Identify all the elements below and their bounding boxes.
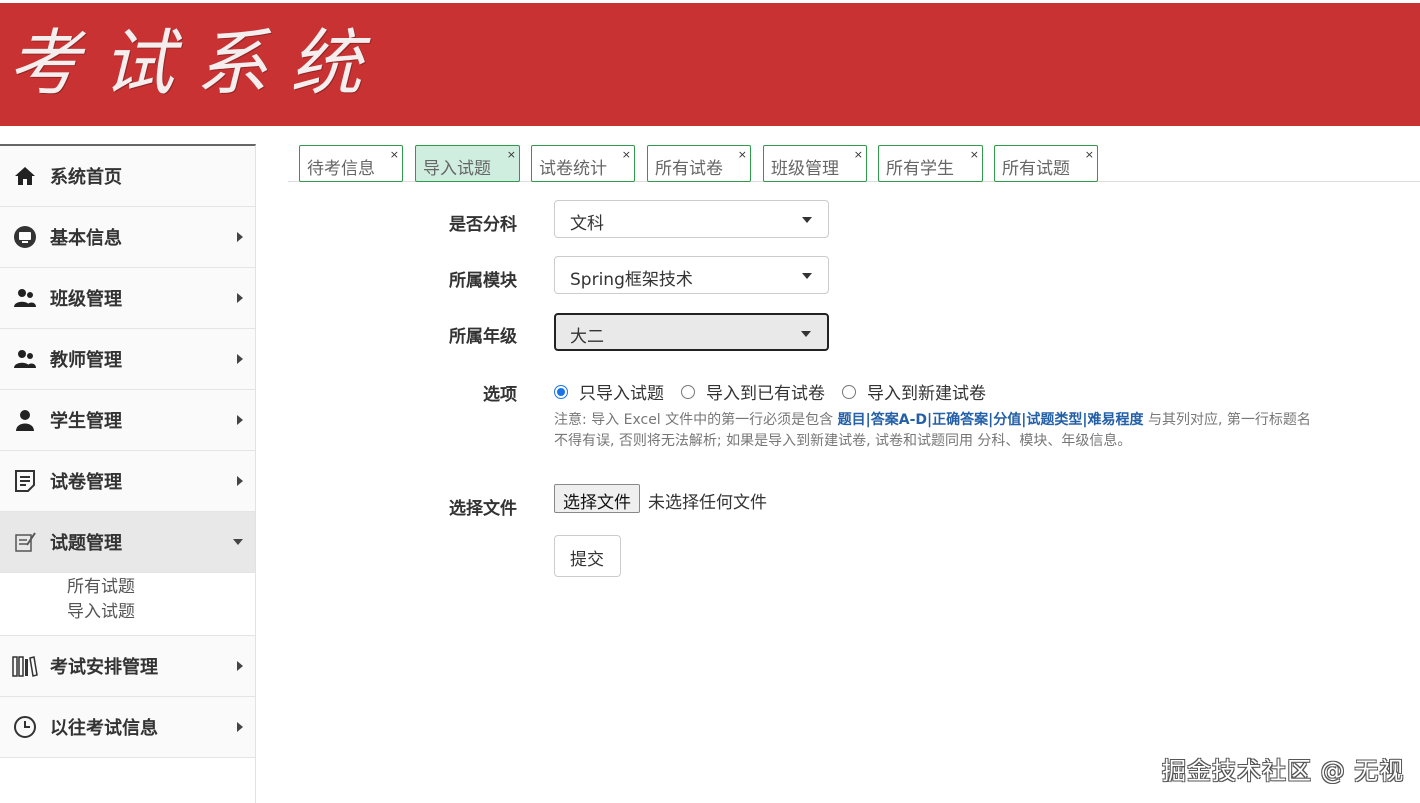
- books-icon: [12, 653, 38, 679]
- sidebar-item-label: 系统首页: [50, 167, 122, 188]
- chevron-right-icon: [237, 476, 243, 486]
- chevron-right-icon: [237, 354, 243, 364]
- subject-select[interactable]: 文科: [554, 200, 829, 238]
- sidebar-item-label: 学生管理: [50, 411, 122, 432]
- tab-label: 待考信息: [307, 159, 375, 179]
- tab-class-management[interactable]: 班级管理 ×: [763, 145, 867, 182]
- radio-label: 导入到新建试卷: [867, 384, 986, 404]
- radio-label: 只导入试题: [579, 384, 664, 404]
- file-status: 未选择任何文件: [648, 493, 767, 513]
- sidebar-item-label: 教师管理: [50, 350, 122, 371]
- sidebar-item-label: 试卷管理: [50, 472, 122, 493]
- submenu-item-all-questions[interactable]: 所有试题: [67, 575, 255, 600]
- sidebar-item-label: 考试安排管理: [50, 657, 158, 678]
- tab-all-questions[interactable]: 所有试题 ×: [994, 145, 1098, 182]
- tab-label: 导入试题: [423, 159, 491, 179]
- tab-label: 所有学生: [886, 159, 954, 179]
- tab-label: 所有试卷: [655, 159, 723, 179]
- chevron-right-icon: [237, 722, 243, 732]
- sidebar: 系统首页 基本信息 班级管理 教师管理 学生管理 试卷管理 试题管理 所有试题 …: [0, 144, 256, 803]
- sidebar-item-home[interactable]: 系统首页: [0, 146, 255, 207]
- close-icon[interactable]: ×: [738, 149, 747, 160]
- tab-label: 试卷统计: [539, 159, 607, 179]
- app-header: 考试系统: [0, 3, 1420, 126]
- note-field-difficulty: 难易程度: [1087, 412, 1144, 428]
- chevron-right-icon: [237, 661, 243, 671]
- user-icon: [12, 407, 38, 433]
- sidebar-item-past-exams[interactable]: 以往考试信息: [0, 697, 255, 758]
- watermark: 掘金技术社区 @ 无视: [1162, 757, 1405, 785]
- radio-import-existing-paper[interactable]: [681, 384, 695, 399]
- close-icon[interactable]: ×: [390, 149, 399, 160]
- sidebar-item-label: 班级管理: [50, 289, 122, 310]
- note-field-title: 题目: [837, 412, 866, 428]
- close-icon[interactable]: ×: [970, 149, 979, 160]
- app-logo: 考试系统: [8, 21, 385, 105]
- radio-label: 导入到已有试卷: [706, 384, 825, 404]
- import-option-group: 只导入试题 导入到已有试卷 导入到新建试卷: [554, 379, 1003, 404]
- grade-select-value: 大二: [570, 327, 604, 347]
- radio-import-questions-only[interactable]: [554, 384, 568, 399]
- chevron-right-icon: [237, 293, 243, 303]
- caret-down-icon: [802, 273, 812, 279]
- close-icon[interactable]: ×: [622, 149, 631, 160]
- tab-all-papers[interactable]: 所有试卷 ×: [647, 145, 751, 182]
- sidebar-item-paper-management[interactable]: 试卷管理: [0, 451, 255, 512]
- tab-label: 所有试题: [1002, 159, 1070, 179]
- subject-label: 是否分科: [449, 215, 517, 235]
- close-icon[interactable]: ×: [1085, 149, 1094, 160]
- sidebar-item-basic-info[interactable]: 基本信息: [0, 207, 255, 268]
- tab-label: 班级管理: [771, 159, 839, 179]
- file-label: 选择文件: [449, 499, 517, 519]
- note-prefix: 注意: 导入 Excel 文件中的第一行必须是包含: [554, 412, 838, 428]
- module-select[interactable]: Spring框架技术: [554, 256, 829, 294]
- submenu-item-import-questions[interactable]: 导入试题: [67, 600, 255, 625]
- edit-note-icon: [12, 529, 38, 555]
- chevron-right-icon: [237, 415, 243, 425]
- home-icon: [12, 163, 38, 189]
- close-icon[interactable]: ×: [507, 149, 516, 160]
- radio-import-new-paper[interactable]: [842, 384, 856, 399]
- close-icon[interactable]: ×: [854, 149, 863, 160]
- submenu-question-management: 所有试题 导入试题: [0, 573, 255, 636]
- import-note: 注意: 导入 Excel 文件中的第一行必须是包含 题目|答案A-D|正确答案|…: [554, 410, 1324, 452]
- note-field-correct: 正确答案: [932, 412, 989, 428]
- choose-file-button[interactable]: 选择文件: [554, 484, 640, 513]
- note-field-answers: 答案A-D: [870, 412, 928, 428]
- submit-button[interactable]: 提交: [554, 535, 621, 577]
- tab-all-students[interactable]: 所有学生 ×: [878, 145, 983, 182]
- module-label: 所属模块: [449, 271, 517, 291]
- clock-icon: [12, 714, 38, 740]
- note-field-score: 分值: [993, 412, 1022, 428]
- tab-import-questions[interactable]: 导入试题 ×: [415, 145, 520, 182]
- sidebar-item-label: 以往考试信息: [50, 718, 158, 739]
- caret-down-icon: [801, 331, 811, 337]
- sidebar-item-label: 基本信息: [50, 228, 122, 249]
- tab-bar: 待考信息 × 导入试题 × 试卷统计 × 所有试卷 × 班级管理 × 所有学生 …: [288, 142, 1420, 182]
- monitor-icon: [12, 224, 38, 250]
- tab-paper-statistics[interactable]: 试卷统计 ×: [531, 145, 635, 182]
- note-field-type: 试题类型: [1026, 412, 1083, 428]
- sidebar-item-question-management[interactable]: 试题管理: [0, 512, 255, 573]
- subject-select-value: 文科: [570, 214, 604, 234]
- sidebar-item-teacher-management[interactable]: 教师管理: [0, 329, 255, 390]
- sidebar-item-class-management[interactable]: 班级管理: [0, 268, 255, 329]
- option-label: 选项: [483, 385, 517, 405]
- chevron-right-icon: [237, 232, 243, 242]
- grade-label: 所属年级: [449, 327, 517, 347]
- module-select-value: Spring框架技术: [570, 270, 693, 290]
- grade-select[interactable]: 大二: [554, 313, 829, 351]
- document-icon: [12, 468, 38, 494]
- sidebar-item-exam-schedule[interactable]: 考试安排管理: [0, 636, 255, 697]
- chevron-down-icon: [233, 539, 243, 545]
- sidebar-item-label: 试题管理: [50, 533, 122, 554]
- tab-pending-exams[interactable]: 待考信息 ×: [299, 145, 403, 182]
- caret-down-icon: [802, 217, 812, 223]
- sidebar-item-student-management[interactable]: 学生管理: [0, 390, 255, 451]
- users-icon: [12, 285, 38, 311]
- users-icon: [12, 346, 38, 372]
